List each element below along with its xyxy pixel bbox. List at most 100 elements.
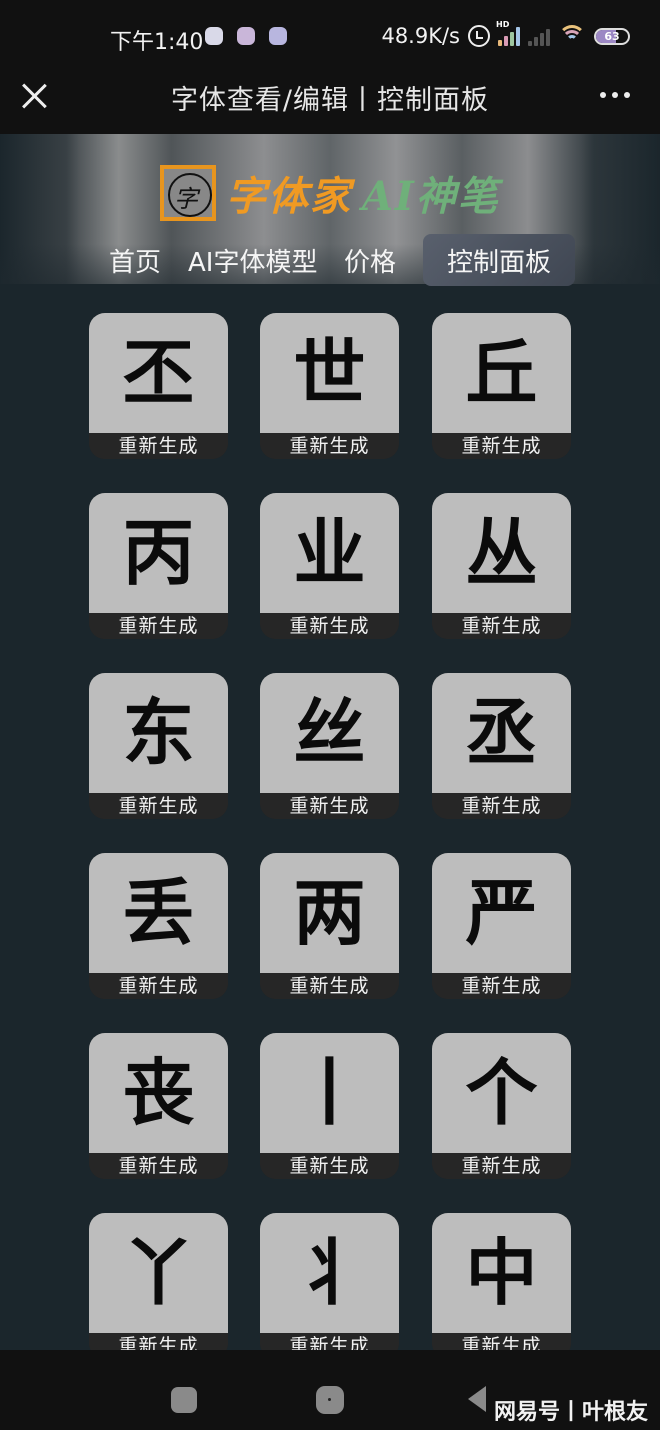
regenerate-button[interactable]: 重新生成 — [432, 973, 571, 999]
glyph-preview[interactable]: 业 — [260, 493, 399, 613]
more-dot — [612, 92, 618, 98]
logo-text-ai: AI神笔 — [362, 173, 500, 220]
regenerate-button[interactable]: 重新生成 — [432, 1153, 571, 1179]
glyph-preview[interactable]: 两 — [260, 853, 399, 973]
glyph-preview[interactable]: 丫 — [89, 1213, 228, 1333]
glyph-preview[interactable]: 丛 — [432, 493, 571, 613]
nav-item-ai-font-model[interactable]: AI字体模型 — [188, 242, 317, 279]
glyph-card[interactable]: 个重新生成 — [432, 1033, 571, 1179]
regenerate-button[interactable]: 重新生成 — [432, 793, 571, 819]
watermark: 网易号丨叶根友 — [493, 1400, 648, 1425]
regenerate-button[interactable]: 重新生成 — [89, 1333, 228, 1350]
glyph-preview[interactable]: 丘 — [432, 313, 571, 433]
glyph-preview[interactable]: 中 — [432, 1213, 571, 1333]
glyph-grid: 丕重新生成世重新生成丘重新生成丙重新生成业重新生成丛重新生成东重新生成丝重新生成… — [0, 284, 660, 1350]
regenerate-button[interactable]: 重新生成 — [260, 793, 399, 819]
app-notification-icon — [237, 27, 255, 45]
glyph-char: 丘 — [465, 330, 538, 415]
regenerate-button[interactable]: 重新生成 — [89, 1153, 228, 1179]
status-app-icons — [205, 27, 287, 45]
regenerate-button[interactable]: 重新生成 — [260, 433, 399, 459]
glyph-card[interactable]: 丙重新生成 — [89, 493, 228, 639]
title-bar: 字体查看/编辑丨控制面板 — [0, 70, 660, 134]
glyph-card[interactable]: 丘重新生成 — [432, 313, 571, 459]
glyph-preview[interactable]: 严 — [432, 853, 571, 973]
glyph-preview[interactable]: 丕 — [89, 313, 228, 433]
regenerate-button[interactable]: 重新生成 — [260, 613, 399, 639]
more-dot — [600, 92, 606, 98]
glyph-preview[interactable]: 丧 — [89, 1033, 228, 1153]
status-indicators: 48.9K/s HD 63 — [381, 20, 630, 48]
glyph-card[interactable]: 丞重新生成 — [432, 673, 571, 819]
main-nav: 首页 AI字体模型 价格 控制面板 — [0, 234, 660, 286]
regenerate-button[interactable]: 重新生成 — [432, 613, 571, 639]
glyph-card[interactable]: 世重新生成 — [260, 313, 399, 459]
nav-item-home[interactable]: 首页 — [109, 242, 161, 279]
back-icon[interactable] — [468, 1386, 486, 1412]
page-title: 字体查看/编辑丨控制面板 — [170, 85, 490, 116]
glyph-preview[interactable]: 丙 — [89, 493, 228, 613]
logo-text-brand: 字体家 — [226, 173, 352, 220]
glyph-char: 个 — [465, 1050, 538, 1135]
glyph-preview[interactable]: 世 — [260, 313, 399, 433]
hd-label: HD — [496, 20, 510, 29]
glyph-char: 东 — [122, 690, 195, 775]
recent-apps-icon[interactable] — [171, 1387, 197, 1413]
glyph-card[interactable]: 丧重新生成 — [89, 1033, 228, 1179]
glyph-card[interactable]: 两重新生成 — [260, 853, 399, 999]
glyph-card[interactable]: 丝重新生成 — [260, 673, 399, 819]
regenerate-button[interactable]: 重新生成 — [260, 973, 399, 999]
signal-hd-icon: HD — [496, 20, 520, 46]
regenerate-button[interactable]: 重新生成 — [432, 433, 571, 459]
glyph-char: 丝 — [293, 690, 366, 775]
glyph-char: 业 — [293, 510, 366, 595]
glyph-card[interactable]: 丨重新生成 — [260, 1033, 399, 1179]
more-icon[interactable] — [600, 92, 630, 98]
glyph-char: 丕 — [122, 330, 195, 415]
glyph-char: 丞 — [465, 690, 538, 775]
glyph-card[interactable]: 丫重新生成 — [89, 1213, 228, 1350]
regenerate-button[interactable]: 重新生成 — [260, 1333, 399, 1350]
regenerate-button[interactable]: 重新生成 — [432, 1333, 571, 1350]
battery-icon: 63 — [594, 27, 630, 45]
regenerate-button[interactable]: 重新生成 — [89, 973, 228, 999]
nav-item-control-panel[interactable]: 控制面板 — [423, 234, 576, 286]
glyph-preview[interactable]: 丢 — [89, 853, 228, 973]
glyph-char: 丧 — [122, 1050, 195, 1135]
glyph-char: 丙 — [122, 510, 195, 595]
logo-mark-icon: 字 — [160, 165, 216, 221]
glyph-char: 丛 — [465, 510, 538, 595]
glyph-char: 丫 — [122, 1230, 195, 1315]
regenerate-button[interactable]: 重新生成 — [89, 433, 228, 459]
site-logo[interactable]: 字 字体家 AI神笔 — [160, 164, 500, 222]
glyph-preview[interactable]: 个 — [432, 1033, 571, 1153]
home-icon[interactable] — [316, 1386, 344, 1414]
glyph-preview[interactable]: 丨 — [260, 1033, 399, 1153]
glyph-char: 丢 — [122, 870, 195, 955]
battery-level: 63 — [604, 29, 620, 43]
glyph-preview[interactable]: 丝 — [260, 673, 399, 793]
glyph-preview[interactable]: 丬 — [260, 1213, 399, 1333]
glyph-card[interactable]: 东重新生成 — [89, 673, 228, 819]
glyph-card[interactable]: 业重新生成 — [260, 493, 399, 639]
regenerate-button[interactable]: 重新生成 — [260, 1153, 399, 1179]
nav-item-pricing[interactable]: 价格 — [344, 242, 396, 279]
status-bar: 下午1:40 48.9K/s HD 63 — [0, 0, 660, 70]
app-notification-icon — [269, 27, 287, 45]
glyph-card[interactable]: 丢重新生成 — [89, 853, 228, 999]
glyph-card[interactable]: 中重新生成 — [432, 1213, 571, 1350]
alarm-icon — [468, 25, 490, 47]
glyph-char: 丨 — [293, 1050, 366, 1135]
glyph-card[interactable]: 丕重新生成 — [89, 313, 228, 459]
glyph-card[interactable]: 严重新生成 — [432, 853, 571, 999]
glyph-card[interactable]: 丛重新生成 — [432, 493, 571, 639]
regenerate-button[interactable]: 重新生成 — [89, 793, 228, 819]
glyph-preview[interactable]: 东 — [89, 673, 228, 793]
logo-mark-glyph: 字 — [174, 185, 198, 213]
regenerate-button[interactable]: 重新生成 — [89, 613, 228, 639]
glyph-char: 丬 — [293, 1230, 366, 1315]
glyph-preview[interactable]: 丞 — [432, 673, 571, 793]
glyph-card[interactable]: 丬重新生成 — [260, 1213, 399, 1350]
glyph-char: 两 — [293, 870, 366, 955]
glyph-char: 中 — [465, 1230, 538, 1315]
